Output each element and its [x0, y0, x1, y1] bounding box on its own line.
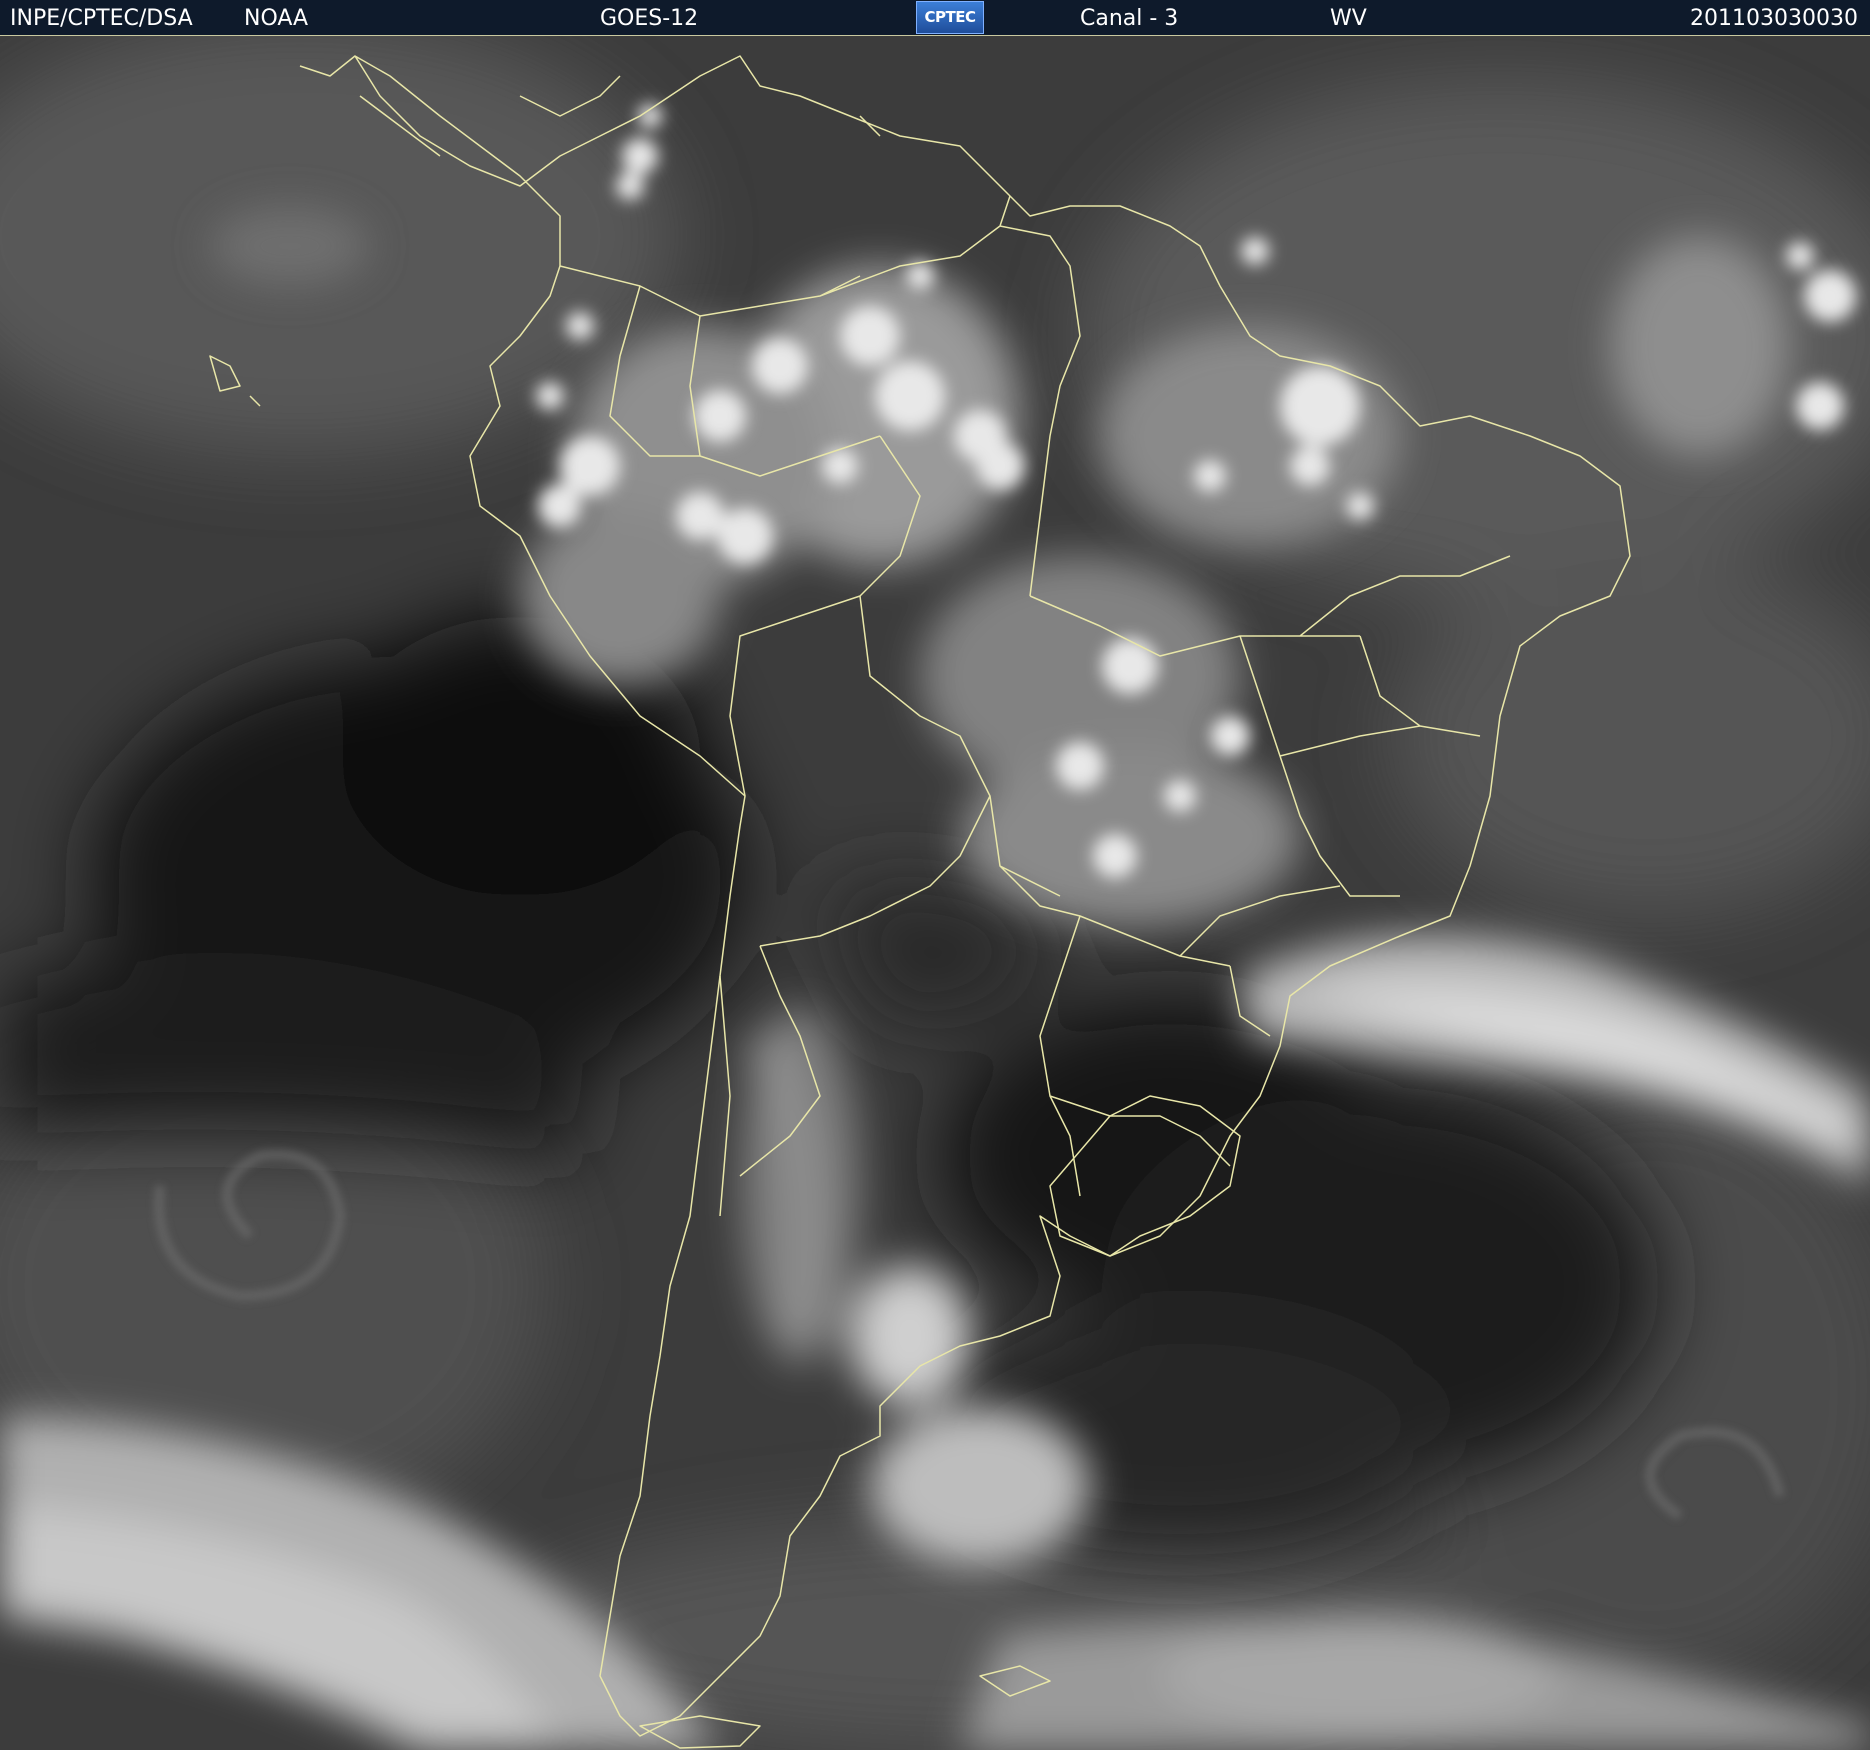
satellite-label: GOES-12: [600, 6, 699, 31]
agency-label: INPE/CPTEC/DSA: [10, 6, 193, 31]
cptec-logo: CPTEC: [916, 1, 984, 34]
satellite-image: [0, 36, 1870, 1750]
band-label: WV: [1330, 6, 1367, 31]
operator-label: NOAA: [244, 6, 309, 31]
cptec-logo-text: CPTEC: [924, 8, 977, 26]
timestamp-label: 201103030030: [1690, 6, 1858, 31]
image-header-bar: INPE/CPTEC/DSA NOAA GOES-12 CPTEC Canal …: [0, 0, 1870, 36]
channel-label: Canal - 3: [1080, 6, 1179, 31]
water-vapor-imagery: [0, 36, 1870, 1750]
